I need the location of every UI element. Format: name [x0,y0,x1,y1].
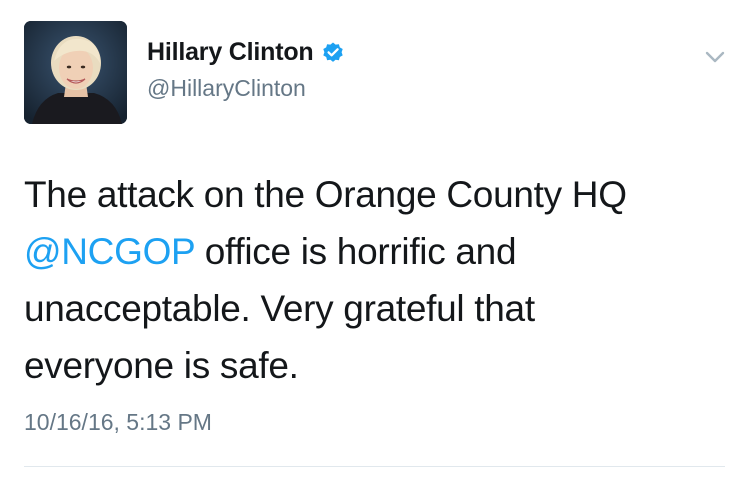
tweet-text-line: The attack on the Orange County HQ [24,174,627,215]
tweet-text-line: unacceptable. Very grateful that [24,288,535,329]
divider [24,466,725,467]
verified-badge-icon [321,41,345,65]
author-display-name[interactable]: Hillary Clinton [147,38,314,67]
tweet-text-line: @NCGOP office is horrific and [24,223,724,280]
avatar-photo [24,21,127,124]
avatar[interactable] [24,21,127,124]
tweet-text: The attack on the Orange County HQ @NCGO… [24,166,724,394]
mention-link[interactable]: @NCGOP [24,231,195,272]
tweet-card: Hillary Clinton @HillaryClinton The atta… [0,0,741,487]
author-handle[interactable]: @HillaryClinton [147,75,306,102]
tweet-text-fragment: office is horrific and [194,231,517,272]
tweet-timestamp[interactable]: 10/16/16, 5:13 PM [24,409,212,436]
tweet-text-line: everyone is safe. [24,345,299,386]
chevron-down-icon[interactable] [703,49,727,65]
author-name-row: Hillary Clinton [147,38,345,67]
